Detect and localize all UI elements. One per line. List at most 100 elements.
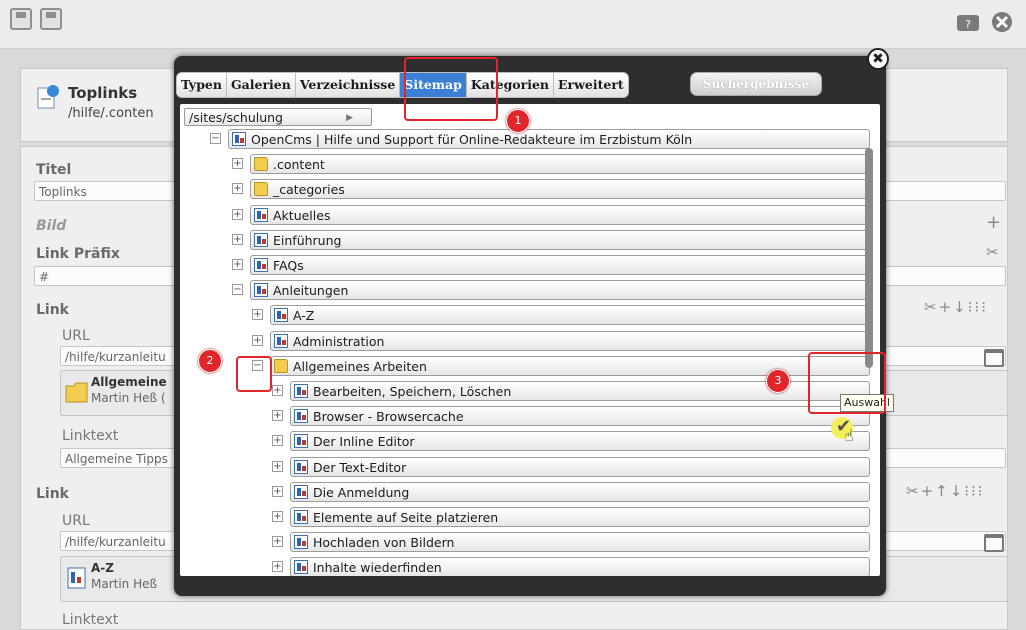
tree-node[interactable]: FAQs [250, 255, 870, 275]
link-row-actions-icon-2[interactable]: ✂+↑↓⁝⁝⁝ [906, 482, 985, 500]
tree-node-label: Aktuelles [273, 207, 331, 223]
tree-node-label: Der Inline Editor [313, 434, 415, 450]
tree-node[interactable]: Aktuelles [250, 204, 870, 225]
tree-node[interactable]: Der Text-Editor [290, 456, 870, 477]
linktext-label-2: Linktext [62, 612, 119, 628]
expand-icon[interactable]: + [232, 183, 243, 195]
tree-row[interactable]: + Elemente auf Seite platzieren [180, 507, 870, 528]
content-folder-icon [254, 157, 268, 172]
resource-type-icon [36, 84, 60, 110]
expand-icon[interactable]: + [272, 511, 283, 522]
resource-title: Toplinks [68, 84, 138, 102]
help-icon[interactable]: ? [956, 10, 980, 32]
expand-icon[interactable]: + [232, 158, 243, 170]
tree-row[interactable]: + Inhalte wiederfinden [180, 557, 870, 576]
page-icon [294, 510, 308, 524]
page-icon [232, 132, 246, 146]
tree-row[interactable]: + Aktuelles [180, 204, 870, 226]
tree-row[interactable]: − Allgemeines Arbeiten [180, 355, 870, 377]
gallery-dialog: Typen Galerien Verzeichnisse Sitemap Kat… [174, 48, 889, 596]
expand-icon[interactable]: + [272, 460, 283, 472]
folder-icon [274, 358, 288, 373]
link-label-1: Link [36, 302, 69, 318]
tree-node-label: FAQs [273, 258, 304, 273]
tree-row[interactable]: + .content [180, 154, 870, 175]
tree-row[interactable]: + Hochladen von Bildern [180, 532, 870, 553]
dialog-close-icon[interactable]: ✖ [867, 48, 889, 70]
expand-icon[interactable]: + [272, 410, 283, 422]
tree-node-label: .content [273, 157, 325, 173]
highlight-expander [236, 356, 272, 392]
url-label-1: URL [62, 328, 90, 344]
tree-node[interactable]: Elemente auf Seite platzieren [290, 507, 870, 527]
tree-node[interactable]: Anleitungen [250, 280, 870, 301]
close-circle-icon[interactable] [990, 10, 1014, 32]
scissors-icon[interactable]: ✂ [986, 243, 999, 261]
highlight-select-button [808, 352, 886, 414]
expand-icon[interactable]: + [252, 309, 263, 321]
site-selector-value: /sites/schulung [189, 110, 283, 125]
tree-node-label: Anleitungen [273, 283, 349, 299]
tree-row[interactable]: + FAQs [180, 255, 870, 276]
page-icon [294, 560, 308, 575]
expand-icon[interactable]: + [272, 485, 283, 497]
step-badge-3: 3 [766, 369, 790, 393]
expand-icon[interactable]: + [232, 208, 243, 220]
expand-icon[interactable]: + [232, 233, 243, 245]
tree-node[interactable]: Die Anmeldung [290, 481, 870, 502]
tree-node-label: OpenCms | Hilfe und Support für Online-R… [251, 132, 693, 147]
tree-row[interactable]: + A-Z [180, 305, 870, 326]
page-icon [294, 459, 308, 474]
editor-toolbar: ? [0, 0, 1026, 49]
tree-node[interactable]: OpenCms | Hilfe und Support für Online-R… [228, 129, 870, 149]
select-window-icon[interactable] [984, 349, 1004, 367]
link-praefix-label: Link Präfix [36, 246, 120, 262]
link-row-actions-icon[interactable]: ✂+↓⁝⁝⁝ [924, 298, 988, 316]
tree-row[interactable]: + Die Anmeldung [180, 481, 870, 503]
select-window-icon-2[interactable] [984, 534, 1004, 552]
tree-row[interactable]: − OpenCms | Hilfe und Support für Online-… [180, 129, 870, 150]
tree-row[interactable]: + Einführung [180, 229, 870, 251]
add-icon[interactable]: + [986, 212, 1001, 233]
tree-node[interactable]: _categories [250, 179, 870, 200]
page-icon [254, 258, 268, 272]
tree-node[interactable]: A-Z [270, 305, 870, 326]
tree-node[interactable]: Administration [270, 330, 870, 351]
tree-row[interactable]: − Anleitungen [180, 280, 870, 301]
expand-icon[interactable]: + [272, 385, 283, 396]
tree-node[interactable]: Einführung [250, 229, 870, 250]
expand-icon[interactable]: + [272, 435, 283, 447]
caret-right-icon: ▶ [346, 113, 353, 123]
collapse-icon[interactable]: − [232, 284, 243, 296]
tree-node-label: _categories [273, 182, 345, 198]
tree-row[interactable]: + _categories [180, 179, 870, 200]
tree-node[interactable]: Der Inline Editor [290, 431, 870, 452]
page-icon [274, 308, 288, 323]
tab-erweitert[interactable]: Erweitert [554, 73, 628, 97]
expand-icon[interactable]: + [252, 334, 263, 346]
tree-row[interactable]: + Administration [180, 330, 870, 352]
expand-icon[interactable]: + [272, 536, 283, 548]
save-icon[interactable] [40, 8, 62, 30]
tree-node[interactable]: Hochladen von Bildern [290, 532, 870, 553]
tree-node-label: Die Anmeldung [313, 484, 410, 500]
tab-verzeichnisse[interactable]: Verzeichnisse [295, 73, 401, 97]
link-label-2: Link [36, 486, 69, 502]
tree-row[interactable]: + Browser - Browsercache [180, 406, 870, 427]
tree-node[interactable]: Browser - Browsercache [290, 406, 870, 427]
site-selector[interactable]: /sites/schulung ▶ [184, 108, 372, 126]
collapse-icon[interactable]: − [210, 133, 221, 144]
tab-typen[interactable]: Typen [177, 73, 227, 97]
tree-node[interactable]: .content [250, 154, 870, 175]
tree-row[interactable]: + Der Text-Editor [180, 456, 870, 478]
tab-suchergebnisse[interactable]: Suchergebnisse [690, 72, 822, 96]
tree-node-label: Allgemeines Arbeiten [293, 358, 427, 374]
expand-icon[interactable]: + [232, 259, 243, 270]
tree-scrollbar[interactable] [865, 148, 873, 368]
tree-row[interactable]: + Der Inline Editor [180, 431, 870, 452]
tab-galerien[interactable]: Galerien [226, 73, 296, 97]
page-icon [294, 384, 308, 398]
expand-icon[interactable]: + [272, 561, 283, 573]
tree-node[interactable]: Inhalte wiederfinden [290, 557, 870, 576]
close-editor-icon[interactable] [10, 8, 32, 30]
